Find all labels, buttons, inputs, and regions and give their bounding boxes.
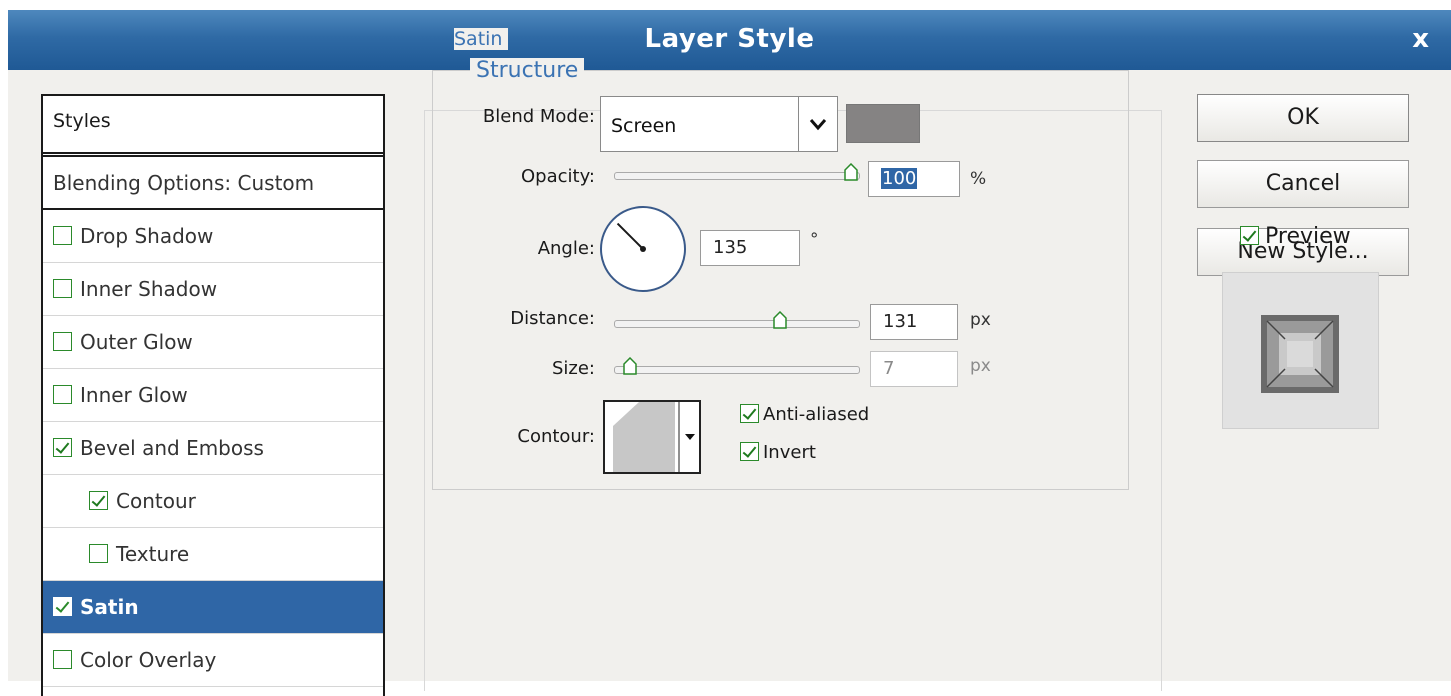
style-item-label: Texture (116, 542, 190, 566)
style-item-contour[interactable]: Contour (43, 475, 383, 528)
style-item-label: Drop Shadow (80, 224, 214, 248)
opacity-slider[interactable] (614, 172, 860, 180)
checkbox-icon[interactable] (53, 332, 72, 351)
dropdown-button[interactable] (798, 97, 837, 151)
close-icon[interactable]: x (1412, 24, 1429, 54)
chevron-down-icon (809, 119, 827, 131)
checkbox-icon[interactable] (53, 226, 72, 245)
style-item-label: Contour (116, 489, 196, 513)
anti-aliased-check-icon (740, 403, 759, 423)
invert-checkbox[interactable]: Invert (740, 441, 816, 463)
size-unit: px (970, 356, 991, 376)
contour-picker[interactable] (603, 400, 701, 474)
angle-label: Angle: (537, 238, 595, 259)
styles-list: Styles Blending Options: Custom Drop Sha… (41, 94, 385, 696)
styles-header[interactable]: Styles (43, 96, 383, 157)
style-item-label: Satin (80, 595, 139, 619)
style-item-bevel-and-emboss[interactable]: Bevel and Emboss (43, 422, 383, 475)
invert-check-icon (740, 441, 759, 461)
caret-down-icon (685, 434, 695, 440)
checkbox-icon[interactable] (89, 544, 108, 563)
style-item-color-overlay[interactable]: Color Overlay (43, 634, 383, 687)
opacity-slider-thumb[interactable] (844, 162, 858, 181)
style-preview-thumbnail (1222, 272, 1379, 429)
blend-mode-select[interactable]: Screen (600, 96, 838, 152)
size-input[interactable]: 7 (870, 351, 958, 387)
anti-aliased-checkbox[interactable]: Anti-aliased (740, 403, 870, 425)
checkbox-icon[interactable] (53, 597, 72, 616)
opacity-input[interactable]: 100 (868, 161, 960, 197)
preview-check-icon (1240, 225, 1259, 245)
preview-label: Preview (1265, 224, 1351, 249)
angle-dial[interactable] (600, 206, 686, 292)
window-title: Layer Style (644, 24, 815, 54)
distance-unit: px (970, 310, 991, 330)
checkbox-icon[interactable] (89, 491, 108, 510)
style-item-label: Inner Glow (80, 383, 188, 407)
size-slider[interactable] (614, 366, 860, 374)
style-item-inner-glow[interactable]: Inner Glow (43, 369, 383, 422)
style-item-texture[interactable]: Texture (43, 528, 383, 581)
style-item-inner-shadow[interactable]: Inner Shadow (43, 263, 383, 316)
size-label: Size: (551, 358, 595, 379)
style-item-outer-glow[interactable]: Outer Glow (43, 316, 383, 369)
contour-curve-icon (613, 402, 695, 472)
style-item-label: Color Overlay (80, 648, 217, 672)
blend-color-swatch[interactable] (846, 104, 920, 143)
checkbox-icon[interactable] (53, 650, 72, 669)
blend-mode-label: Blend Mode: (482, 106, 595, 127)
distance-input[interactable]: 131 (870, 304, 958, 340)
preview-swatch-image (1261, 315, 1339, 393)
ok-button[interactable]: OK (1197, 94, 1409, 142)
contour-label: Contour: (517, 426, 595, 447)
checkbox-icon[interactable] (53, 385, 72, 404)
style-item-label: Bevel and Emboss (80, 436, 264, 460)
distance-label: Distance: (510, 308, 595, 329)
anti-aliased-label: Anti-aliased (763, 404, 870, 425)
opacity-value: 100 (881, 168, 918, 189)
distance-slider-thumb[interactable] (772, 310, 787, 329)
checkbox-icon[interactable] (53, 279, 72, 298)
blending-options-item[interactable]: Blending Options: Custom (43, 157, 383, 210)
satin-section-title: Satin (454, 28, 509, 50)
opacity-unit: % (970, 169, 987, 189)
blend-mode-value: Screen (611, 115, 677, 137)
style-item-drop-shadow[interactable]: Drop Shadow (43, 210, 383, 263)
angle-unit: ° (810, 230, 819, 250)
opacity-label: Opacity: (521, 166, 595, 187)
distance-slider[interactable] (614, 320, 860, 328)
title-bar: Layer Style x (8, 10, 1451, 70)
angle-input[interactable]: 135 (700, 230, 800, 266)
cancel-button[interactable]: Cancel (1197, 160, 1409, 208)
invert-label: Invert (763, 442, 816, 463)
style-item-satin[interactable]: Satin (43, 581, 383, 634)
style-item-label: Outer Glow (80, 330, 193, 354)
structure-group-title: Structure (470, 58, 585, 83)
style-item-label: Inner Shadow (80, 277, 218, 301)
size-slider-thumb[interactable] (623, 356, 637, 375)
checkbox-icon[interactable] (53, 438, 72, 457)
preview-checkbox[interactable]: Preview (1240, 224, 1351, 249)
